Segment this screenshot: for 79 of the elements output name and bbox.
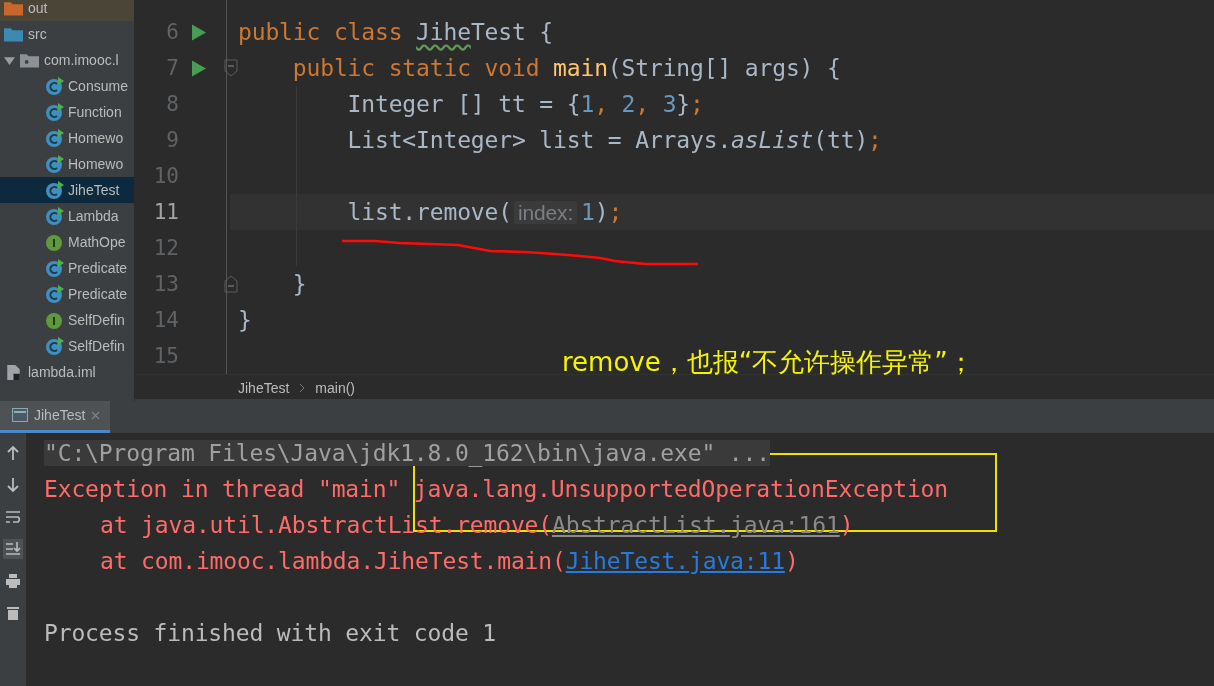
folder-icon: [4, 0, 23, 16]
class-icon: [46, 77, 64, 95]
parameter-hint: index:: [513, 201, 578, 224]
tree-label: Lambda: [68, 208, 119, 224]
source-link[interactable]: JiheTest.java:11: [565, 548, 785, 574]
line-number: 9: [165, 128, 179, 152]
tree-item[interactable]: com.imooc.l: [0, 47, 134, 73]
line-number: 6: [165, 20, 179, 44]
tree-item[interactable]: Consume: [0, 73, 134, 99]
tree-label: JiheTest: [68, 182, 120, 198]
tree-label: SelfDefin: [68, 312, 125, 328]
tree-label: lambda.iml: [28, 364, 96, 380]
run-icon[interactable]: [192, 59, 206, 77]
class-icon: [46, 337, 64, 355]
class-icon: [46, 103, 64, 121]
tree-label: Predicate: [68, 286, 128, 302]
tree-label: Function: [68, 104, 122, 120]
tree-item[interactable]: out: [0, 0, 134, 21]
code-line: public class JiheTest {: [238, 19, 554, 45]
tree-label: MathOpe: [68, 234, 126, 250]
tree-label: com.imooc.l: [44, 52, 119, 68]
tree-label: src: [28, 26, 47, 42]
tree-item[interactable]: SelfDefin: [0, 307, 134, 333]
line-number: 12: [152, 236, 179, 260]
console-icon: [12, 408, 28, 422]
interface-icon: [46, 233, 64, 251]
tree-item[interactable]: Homewo: [0, 125, 134, 151]
line-number: 7: [165, 56, 179, 80]
tree-item[interactable]: JiheTest: [0, 177, 134, 203]
code-line: public static void main(String[] args) {: [291, 55, 841, 81]
code-line: }: [238, 307, 252, 333]
line-number: 11: [152, 200, 179, 224]
code-line: }: [291, 271, 307, 297]
tree-item[interactable]: Predicate: [0, 281, 134, 307]
expand-caret-icon[interactable]: [4, 54, 15, 66]
tree-label: SelfDefin: [68, 338, 125, 354]
run-icon[interactable]: [192, 23, 206, 41]
tree-label: Predicate: [68, 260, 128, 276]
console-line: at com.imooc.lambda.JiheTest.main(JiheTest.java:11): [99, 547, 800, 576]
line-number: 15: [152, 344, 179, 368]
tree-item[interactable]: Function: [0, 99, 134, 125]
close-icon[interactable]: [91, 410, 101, 420]
code-line: list.remove( index: 1);: [346, 199, 623, 225]
class-icon: [46, 181, 64, 199]
class-icon: [46, 155, 64, 173]
tree-label: Homewo: [68, 130, 124, 146]
line-number: 10: [152, 164, 179, 188]
tree-label: Consume: [68, 78, 128, 94]
line-number: 13: [152, 272, 179, 296]
interface-icon: [46, 311, 64, 329]
line-number: 14: [152, 308, 179, 332]
tree-item[interactable]: Lambda: [0, 203, 134, 229]
scroll-to-end-icon[interactable]: [3, 539, 23, 559]
tree-item[interactable]: src: [0, 21, 134, 47]
class-icon: [46, 285, 64, 303]
console-line: Process finished with exit code 1: [44, 619, 497, 648]
code-line: List<Integer> list = Arrays.asList(tt);: [346, 127, 882, 153]
class-icon: [46, 207, 64, 225]
tree-item[interactable]: Homewo: [0, 151, 134, 177]
tree-item[interactable]: Predicate: [0, 255, 134, 281]
file-icon: [4, 364, 23, 380]
breadcrumb-item[interactable]: main(): [315, 380, 356, 396]
tree-item[interactable]: lambda.iml: [0, 359, 134, 385]
package-icon: [20, 52, 39, 68]
print-icon[interactable]: [3, 571, 23, 591]
class-icon: [46, 259, 64, 277]
run-tab[interactable]: JiheTest: [0, 400, 111, 433]
tree-item[interactable]: SelfDefin: [0, 333, 134, 359]
folder-icon: [4, 26, 23, 42]
line-number: 8: [165, 92, 179, 116]
annotation-note: remove，也报“不允许操作异常”；: [562, 346, 974, 379]
breadcrumb-item[interactable]: JiheTest: [238, 380, 290, 396]
tree-label: Homewo: [68, 156, 124, 172]
chevron-icon: [299, 383, 306, 393]
class-icon: [46, 129, 64, 147]
tree-item[interactable]: MathOpe: [0, 229, 134, 255]
code-line: Integer [] tt = {1, 2, 3};: [346, 91, 704, 117]
tree-label: out: [28, 0, 48, 16]
console-line: Exception in thread "main" java.lang.UnsupportedOperationException: [44, 475, 948, 504]
